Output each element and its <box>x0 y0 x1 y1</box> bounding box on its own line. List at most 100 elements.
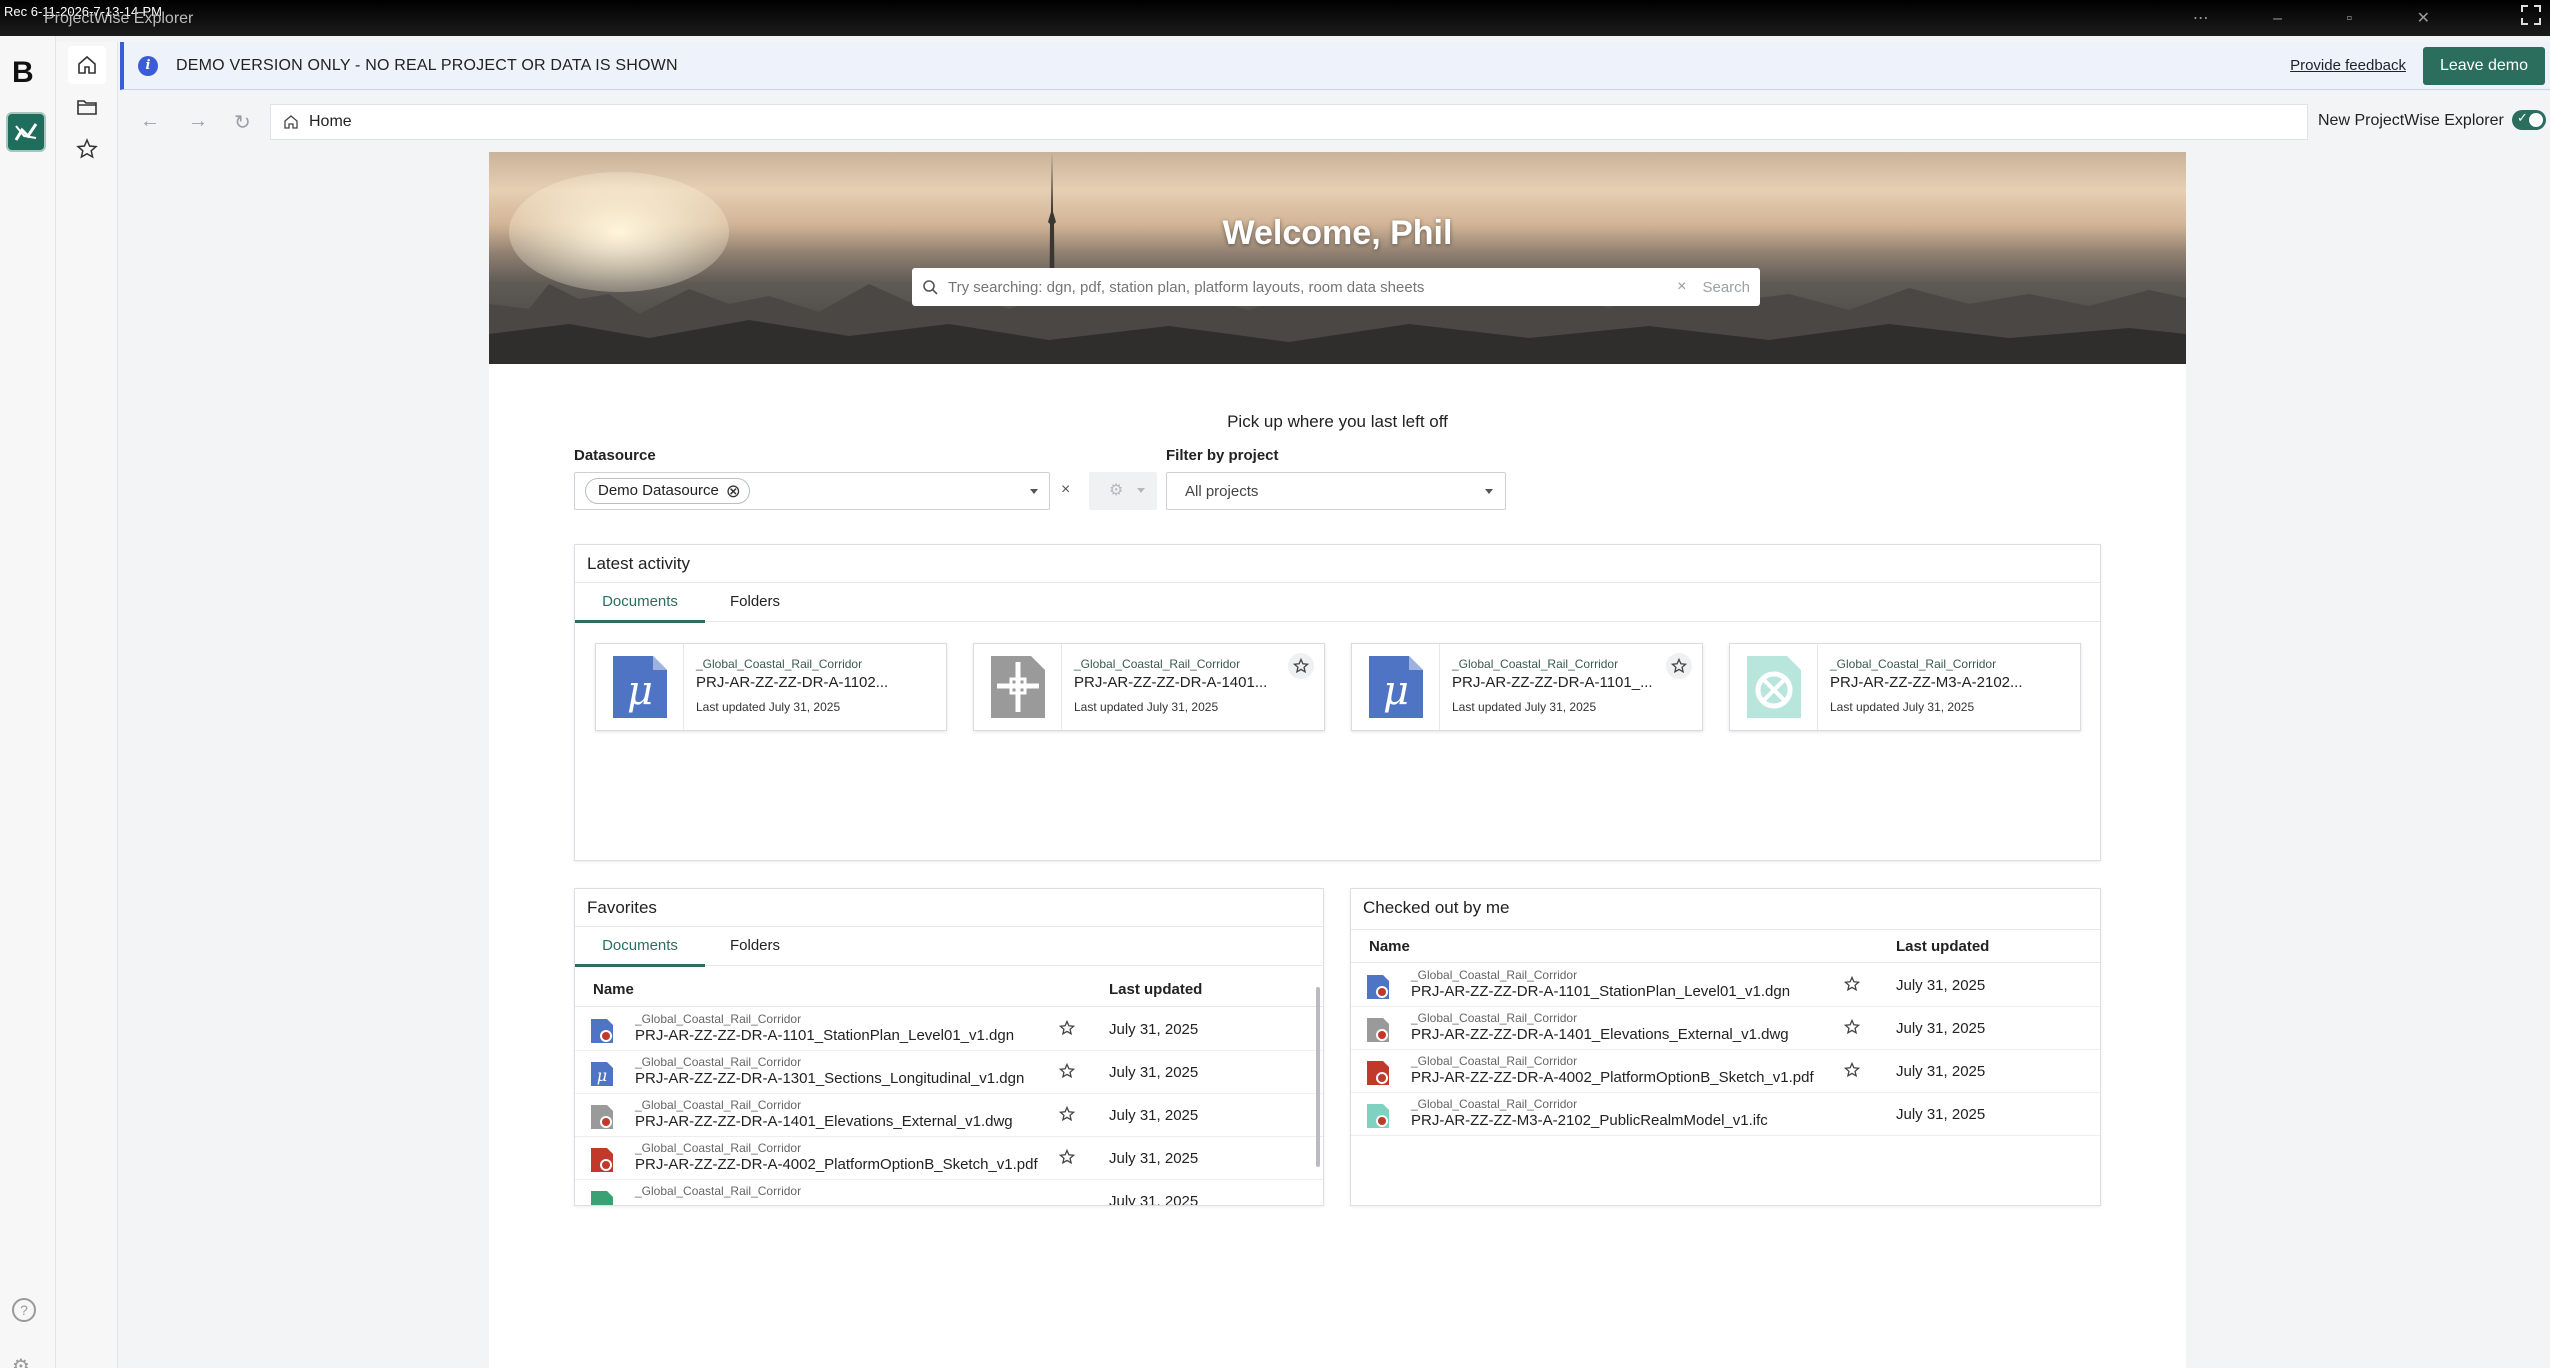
card-name: PRJ-AR-ZZ-ZZ-DR-A-1101_... <box>1452 674 1653 691</box>
favorite-star-icon[interactable] <box>1059 1063 1075 1079</box>
row-date: July 31, 2025 <box>1109 1193 1199 1205</box>
latest-activity-panel: Latest activity Documents Folders μ _Glo… <box>574 544 2101 861</box>
nav-home[interactable] <box>68 46 106 84</box>
project-filter-value: All projects <box>1185 483 1259 500</box>
chevron-down-icon <box>1030 489 1038 494</box>
checked-out-panel: Checked out by me Name Last updated _Glo… <box>1350 888 2101 1206</box>
clear-search-icon[interactable]: × <box>1677 278 1686 296</box>
column-name[interactable]: Name <box>1369 938 1410 955</box>
table-row[interactable]: _Global_Coastal_Rail_Corridor PRJ-AR-ZZ-… <box>1351 1093 2100 1136</box>
microstation-icon: μ <box>591 1062 613 1086</box>
activity-card[interactable]: μ _Global_Coastal_Rail_Corridor PRJ-AR-Z… <box>1351 643 1703 731</box>
window-controls[interactable]: ⋯ – ▫ ✕ <box>2193 8 2460 28</box>
datasource-select[interactable]: Demo Datasource ⊗ <box>574 472 1050 510</box>
svg-text:μ: μ <box>1383 668 1409 714</box>
home-page: Welcome, Phil × Search Pick up where you… <box>489 152 2186 1368</box>
hero-search-bar: × Search <box>912 268 1760 306</box>
datasource-chip-label: Demo Datasource <box>598 482 719 499</box>
window-title: ProjectWise Explorer <box>44 10 194 27</box>
project-filter-select[interactable]: All projects <box>1166 472 1506 510</box>
card-path: _Global_Coastal_Rail_Corridor <box>696 657 863 671</box>
address-bar: ← → ↻ Home New ProjectWise Explorer ✓ <box>120 98 2550 146</box>
row-date: July 31, 2025 <box>1109 1064 1199 1081</box>
table-row[interactable]: _Global_Coastal_Rail_Corridor PRJ-AR-ZZ-… <box>1351 1050 2100 1093</box>
activity-card[interactable]: _Global_Coastal_Rail_Corridor PRJ-AR-ZZ-… <box>1729 643 2081 731</box>
card-date: Last updated July 31, 2025 <box>696 700 841 714</box>
os-title-bar: Rec 6-11-2026-7-13-14-PM ProjectWise Exp… <box>0 0 2550 36</box>
activity-card[interactable]: μ _Global_Coastal_Rail_Corridor PRJ-AR-Z… <box>595 643 947 731</box>
help-icon[interactable]: ? <box>12 1298 36 1322</box>
favorites-scrollbar[interactable] <box>1315 977 1321 1183</box>
pdf-checked-icon <box>1367 1061 1389 1085</box>
activity-card[interactable]: _Global_Coastal_Rail_Corridor PRJ-AR-ZZ-… <box>973 643 1325 731</box>
refresh-icon[interactable]: ↻ <box>234 110 251 135</box>
favorite-star-icon[interactable] <box>1059 1020 1075 1036</box>
search-input[interactable] <box>948 278 1678 296</box>
datasource-chip[interactable]: Demo Datasource ⊗ <box>585 478 750 504</box>
row-path: _Global_Coastal_Rail_Corridor <box>1411 1011 1578 1025</box>
card-name: PRJ-AR-ZZ-ZZ-M3-A-2102... <box>1830 674 2023 691</box>
favorite-star-icon[interactable] <box>1844 1062 1860 1078</box>
table-row[interactable]: _Global_Coastal_Rail_Corridor PRJ-AR-ZZ-… <box>575 1137 1323 1180</box>
home-icon <box>284 115 298 129</box>
forward-arrow-icon[interactable]: → <box>188 110 208 133</box>
row-name: PRJ-AR-ZZ-ZZ-DR-A-1101_StationPlan_Level… <box>635 1027 1015 1044</box>
search-button[interactable]: Search <box>1702 279 1750 296</box>
table-row[interactable]: _Global_Coastal_Rail_Corridor PRJ-AR-ZZ-… <box>575 1008 1323 1051</box>
column-last-updated[interactable]: Last updated <box>1896 938 1989 955</box>
nav-favorites[interactable] <box>68 130 106 168</box>
table-row[interactable]: _Global_Coastal_Rail_Corridor July 31, 2… <box>575 1180 1323 1205</box>
project-filter-label: Filter by project <box>1166 447 1279 464</box>
favorite-star-icon[interactable] <box>1059 1106 1075 1122</box>
column-last-updated[interactable]: Last updated <box>1109 981 1202 998</box>
row-path: _Global_Coastal_Rail_Corridor <box>635 1098 802 1112</box>
chevron-down-icon <box>1137 488 1145 493</box>
card-path: _Global_Coastal_Rail_Corridor <box>1074 657 1241 671</box>
table-row[interactable]: _Global_Coastal_Rail_Corridor PRJ-AR-ZZ-… <box>1351 1007 2100 1050</box>
info-icon: i <box>138 55 158 76</box>
microstation-icon: μ <box>596 644 684 730</box>
svg-text:μ: μ <box>627 668 653 714</box>
hero-banner: Welcome, Phil × Search <box>489 152 2186 364</box>
table-row[interactable]: _Global_Coastal_Rail_Corridor PRJ-AR-ZZ-… <box>575 1094 1323 1137</box>
datasource-options-button[interactable]: ⚙ <box>1089 472 1157 510</box>
row-date: July 31, 2025 <box>1109 1150 1199 1167</box>
row-date: July 31, 2025 <box>1896 1020 1986 1037</box>
table-row[interactable]: μ _Global_Coastal_Rail_Corridor PRJ-AR-Z… <box>575 1051 1323 1094</box>
new-explorer-toggle[interactable]: ✓ <box>2512 110 2546 130</box>
provide-feedback-link[interactable]: Provide feedback <box>2290 57 2406 74</box>
tab-folders[interactable]: Folders <box>705 927 805 967</box>
breadcrumb-home[interactable]: Home <box>309 113 352 131</box>
favorite-star-icon[interactable] <box>1844 976 1860 992</box>
tab-documents[interactable]: Documents <box>575 583 705 623</box>
projectwise-app-icon[interactable] <box>6 112 46 152</box>
back-arrow-icon[interactable]: ← <box>140 110 160 133</box>
ifc-icon <box>1730 644 1818 730</box>
column-name[interactable]: Name <box>593 981 634 998</box>
tab-folders[interactable]: Folders <box>705 583 805 623</box>
favorite-star-icon[interactable] <box>1059 1149 1075 1165</box>
tab-documents[interactable]: Documents <box>575 927 705 967</box>
card-date: Last updated July 31, 2025 <box>1074 700 1219 714</box>
row-name: PRJ-AR-ZZ-ZZ-DR-A-1301_Sections_Longitud… <box>635 1070 1025 1087</box>
row-path: _Global_Coastal_Rail_Corridor <box>635 1055 802 1069</box>
expand-icon[interactable] <box>2520 4 2542 26</box>
settings-icon[interactable]: ⚙ <box>12 1354 36 1368</box>
table-row[interactable]: _Global_Coastal_Rail_Corridor PRJ-AR-ZZ-… <box>1351 964 2100 1007</box>
bentley-logo: B <box>12 56 34 89</box>
breadcrumb[interactable]: Home <box>270 104 2308 140</box>
favorites-title: Favorites <box>587 898 657 917</box>
nav-folders[interactable] <box>68 88 106 126</box>
favorite-star-icon[interactable] <box>1288 653 1314 679</box>
row-date: July 31, 2025 <box>1109 1107 1199 1124</box>
home-icon <box>78 55 96 74</box>
dgn-checked-icon <box>1367 975 1389 999</box>
card-date: Last updated July 31, 2025 <box>1452 700 1597 714</box>
remove-chip-icon[interactable]: ⊗ <box>726 479 741 503</box>
favorite-star-icon[interactable] <box>1666 653 1692 679</box>
favorite-star-icon[interactable] <box>1844 1019 1860 1035</box>
clear-datasource-icon[interactable]: × <box>1061 481 1070 499</box>
microstation-icon: μ <box>1352 644 1440 730</box>
row-name: PRJ-AR-ZZ-ZZ-DR-A-1101_StationPlan_Level… <box>1411 983 1791 1000</box>
leave-demo-button[interactable]: Leave demo <box>2423 47 2545 85</box>
